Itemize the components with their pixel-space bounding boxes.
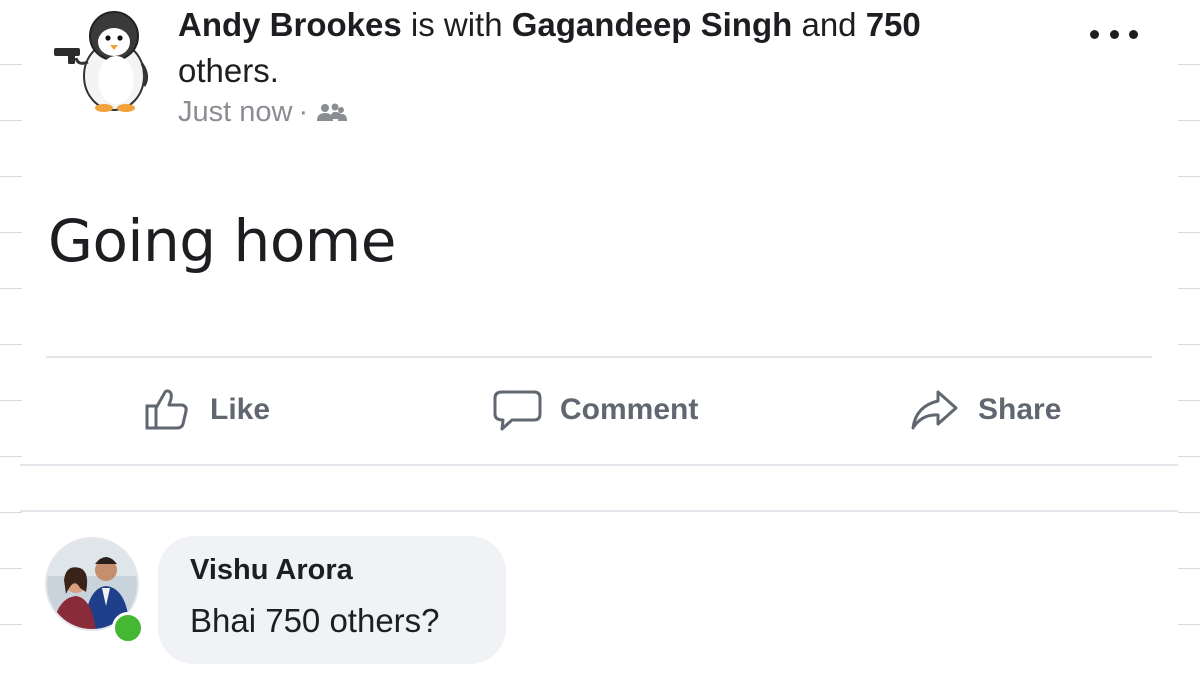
post-meta: Just now · (178, 96, 348, 129)
thumbs-up-icon (145, 389, 188, 430)
action-bar: Like Comment Share (20, 372, 1178, 448)
others-count[interactable]: 750 (866, 6, 921, 43)
comment-bubble: Vishu Arora Bhai 750 others? (158, 536, 506, 664)
right-edge-lines (1178, 0, 1200, 675)
share-button[interactable]: Share (908, 372, 1061, 448)
friends-icon[interactable] (314, 101, 348, 125)
with-text: is with (410, 6, 503, 43)
comments-top-divider (20, 510, 1178, 512)
comment-label: Comment (560, 393, 699, 426)
author-name[interactable]: Andy Brookes (178, 6, 402, 43)
others-text[interactable]: others. (178, 52, 279, 89)
actions-top-divider (46, 356, 1152, 358)
meta-separator: · (298, 96, 309, 128)
tagged-friend-name[interactable]: Gagandeep Singh (512, 6, 793, 43)
penguin-avatar-icon (54, 11, 149, 112)
more-options-icon (1090, 29, 1099, 39)
left-edge-lines (0, 0, 22, 675)
more-options-button[interactable] (1090, 22, 1138, 46)
post-body-text: Going home (48, 207, 396, 275)
share-arrow-icon (911, 390, 958, 430)
comment-icon (493, 390, 542, 431)
post-header: Andy Brookes is with Gagandeep Singh and… (178, 2, 1038, 94)
post-card: Andy Brookes is with Gagandeep Singh and… (20, 0, 1178, 675)
comment-text: Bhai 750 others? (190, 602, 440, 639)
commenter-name[interactable]: Vishu Arora (190, 554, 353, 587)
like-button[interactable]: Like (142, 372, 270, 448)
online-status-dot (112, 612, 144, 644)
and-text: and (801, 6, 857, 43)
comment-button[interactable]: Comment (490, 372, 698, 448)
actions-bottom-divider (20, 464, 1178, 466)
share-label: Share (978, 393, 1062, 426)
like-label: Like (210, 393, 271, 426)
author-avatar[interactable] (52, 4, 162, 114)
timestamp[interactable]: Just now (178, 96, 292, 129)
